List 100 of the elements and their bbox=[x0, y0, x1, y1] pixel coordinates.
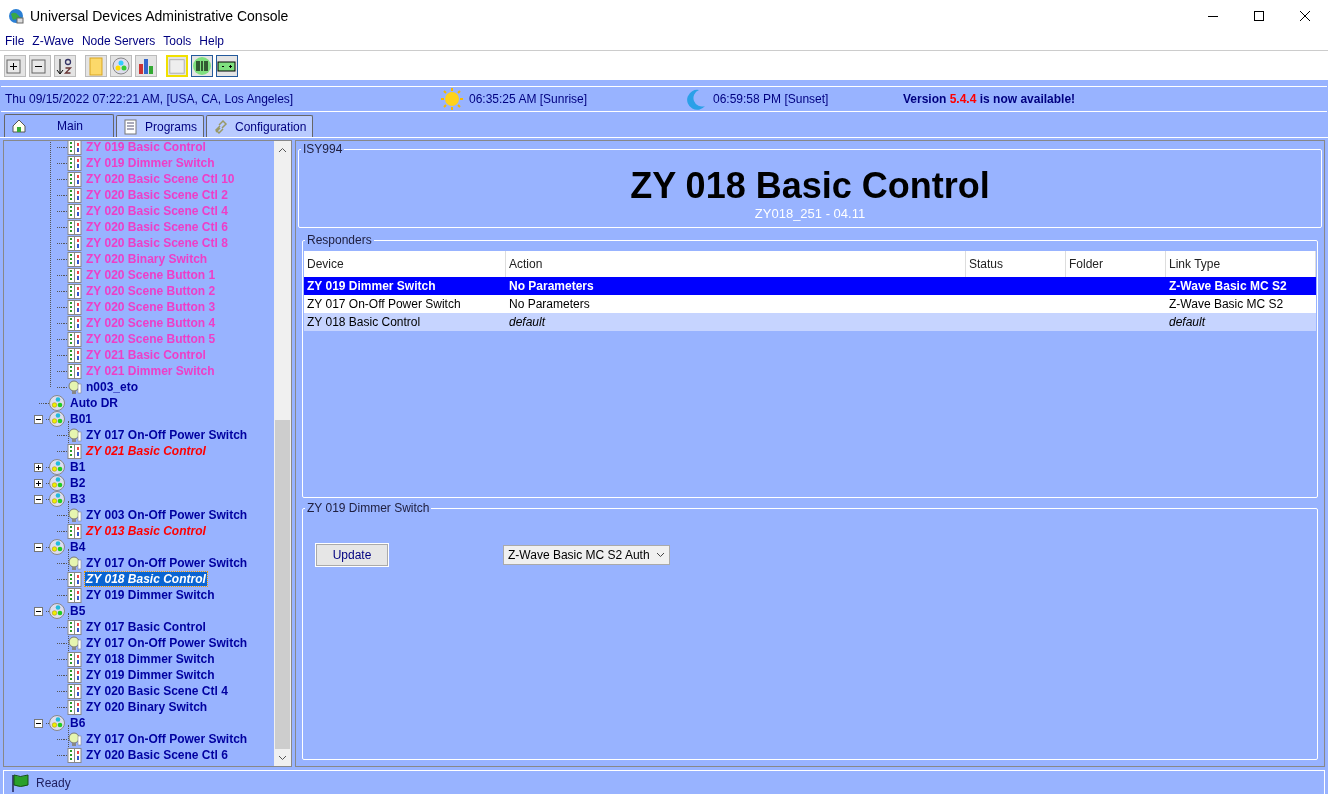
moon-icon bbox=[685, 88, 707, 110]
table-row[interactable]: ZY 017 On-Off Power Switch No Parameters Z-Wave Basic MC S2 bbox=[304, 295, 1316, 313]
link-type-dropdown[interactable]: Z-Wave Basic MC S2 Auth bbox=[503, 545, 670, 565]
menu-item[interactable]: Node Servers bbox=[81, 32, 156, 50]
tree-item[interactable]: ZY 018 Basic Control bbox=[85, 572, 207, 586]
scene-icon bbox=[49, 474, 66, 492]
device-icon bbox=[67, 667, 82, 683]
tree-item[interactable]: ZY 020 Binary Switch bbox=[85, 700, 209, 714]
device-icon bbox=[67, 523, 82, 539]
menu-item[interactable]: Z-Wave bbox=[32, 32, 74, 50]
tree-item[interactable]: B3 bbox=[69, 492, 87, 506]
tree-item[interactable]: ZY 003 On-Off Power Switch bbox=[85, 508, 249, 522]
device-icon bbox=[67, 651, 82, 667]
group-label: Responders bbox=[305, 233, 374, 247]
tree-item[interactable]: n003_eto bbox=[85, 380, 140, 394]
menu-item[interactable]: Tools bbox=[163, 32, 192, 50]
flag-icon bbox=[10, 773, 30, 793]
light-bulb-icon bbox=[67, 555, 82, 571]
menu-item[interactable]: Help bbox=[199, 32, 224, 50]
tree-item[interactable]: ZY 017 On-Off Power Switch bbox=[85, 636, 249, 650]
document-icon bbox=[86, 55, 106, 76]
group-label: ZY 019 Dimmer Switch bbox=[305, 501, 432, 515]
device-icon bbox=[67, 267, 82, 283]
barcode-button[interactable] bbox=[191, 54, 213, 77]
device-icon bbox=[67, 155, 82, 171]
collapse-toggle[interactable] bbox=[34, 542, 43, 552]
tab[interactable]: Configuration bbox=[206, 115, 314, 137]
tree-item[interactable]: ZY 019 Dimmer Switch bbox=[85, 668, 216, 682]
collapse-toggle[interactable] bbox=[34, 494, 43, 504]
tree-item[interactable]: ZY 019 Dimmer Switch bbox=[85, 588, 216, 602]
chevron-down-icon[interactable] bbox=[278, 754, 287, 761]
scrollbar[interactable] bbox=[274, 141, 291, 766]
table-cell: Z-Wave Basic MC S2 bbox=[1169, 297, 1284, 311]
tree-item[interactable]: ZY 020 Basic Scene Ctl 4 bbox=[85, 684, 229, 698]
device-icon bbox=[67, 299, 82, 315]
table-cell: ZY 017 On-Off Power Switch bbox=[307, 297, 461, 311]
window-title: Universal Devices Administrative Console bbox=[30, 6, 289, 26]
tab[interactable]: Programs bbox=[116, 115, 204, 137]
scene-icon bbox=[49, 490, 66, 508]
table-row[interactable]: ZY 019 Dimmer Switch No Parameters Z-Wave Basic MC S2 bbox=[304, 277, 1316, 295]
table-row[interactable]: ZY 018 Basic Control default default bbox=[304, 313, 1316, 331]
house-icon bbox=[11, 118, 27, 134]
plus-icon bbox=[35, 479, 42, 487]
device-icon bbox=[67, 443, 82, 459]
tree-item[interactable]: ZY 017 On-Off Power Switch bbox=[85, 556, 249, 570]
device-icon bbox=[67, 747, 82, 763]
chevron-up-icon[interactable] bbox=[278, 146, 287, 153]
expand-all-button[interactable] bbox=[4, 54, 26, 77]
bar-chart-button[interactable] bbox=[135, 54, 157, 77]
update-button[interactable]: Update bbox=[316, 544, 388, 566]
collapse-toggle[interactable] bbox=[34, 414, 43, 424]
device-icon bbox=[67, 187, 82, 203]
sun-icon bbox=[441, 88, 463, 110]
light-bulb-icon bbox=[67, 379, 82, 395]
collapse-toggle[interactable] bbox=[34, 606, 43, 616]
tree-item[interactable]: ZY 017 Basic Control bbox=[85, 620, 207, 634]
tree-item[interactable]: ZY 017 On-Off Power Switch bbox=[85, 428, 249, 442]
collapse-toggle[interactable] bbox=[34, 718, 43, 728]
barcode-icon bbox=[192, 55, 212, 76]
scene-icon bbox=[49, 458, 66, 476]
status-text: Ready bbox=[36, 775, 71, 792]
tree-item[interactable]: ZY 017 On-Off Power Switch bbox=[85, 732, 249, 746]
table-cell: default bbox=[509, 315, 546, 329]
tree-item[interactable]: B6 bbox=[69, 716, 87, 730]
device-icon bbox=[67, 203, 82, 219]
expand-toggle[interactable] bbox=[34, 462, 43, 472]
scene-icon bbox=[49, 538, 66, 556]
device-icon bbox=[67, 315, 82, 331]
menu-item[interactable]: File bbox=[5, 32, 25, 50]
light-bulb-icon bbox=[67, 635, 82, 651]
table-cell: ZY 018 Basic Control bbox=[307, 315, 421, 329]
close-icon bbox=[1300, 11, 1310, 21]
sunrise-time: 06:35:25 AM [Sunrise] bbox=[469, 91, 589, 108]
chain-link-icon bbox=[213, 118, 229, 135]
scene-button[interactable] bbox=[110, 54, 132, 77]
tree-item[interactable]: B4 bbox=[69, 540, 87, 554]
device-icon bbox=[67, 235, 82, 251]
device-icon bbox=[67, 587, 82, 603]
tree-item[interactable]: B5 bbox=[69, 604, 87, 618]
tree-item[interactable]: B01 bbox=[69, 412, 93, 426]
light-bulb-icon bbox=[67, 427, 82, 443]
tree-item[interactable]: B2 bbox=[69, 476, 87, 490]
expand-toggle[interactable] bbox=[34, 478, 43, 488]
table-cell: default bbox=[1169, 315, 1206, 329]
device-icon bbox=[67, 363, 82, 379]
scene-icon bbox=[49, 714, 66, 732]
table-cell: No Parameters bbox=[509, 279, 594, 293]
group-label: ISY994 bbox=[301, 142, 345, 156]
tab[interactable]: Main bbox=[4, 114, 114, 137]
list-icon bbox=[123, 118, 139, 135]
light-bulb-icon bbox=[67, 731, 82, 747]
device-subtitle: ZY018_251 - 04.11 bbox=[754, 206, 866, 222]
battery-button[interactable] bbox=[216, 54, 238, 77]
sort-az-button[interactable] bbox=[54, 54, 76, 77]
sunset-time: 06:59:58 PM [Sunset] bbox=[713, 91, 830, 108]
tree-item[interactable]: Auto DR bbox=[69, 396, 119, 410]
tree-item[interactable]: ZY 018 Dimmer Switch bbox=[85, 652, 216, 666]
globe-icon bbox=[8, 8, 24, 24]
tree-item[interactable]: B1 bbox=[69, 460, 87, 474]
tree-item[interactable]: ZY 020 Basic Scene Ctl 6 bbox=[85, 748, 229, 762]
